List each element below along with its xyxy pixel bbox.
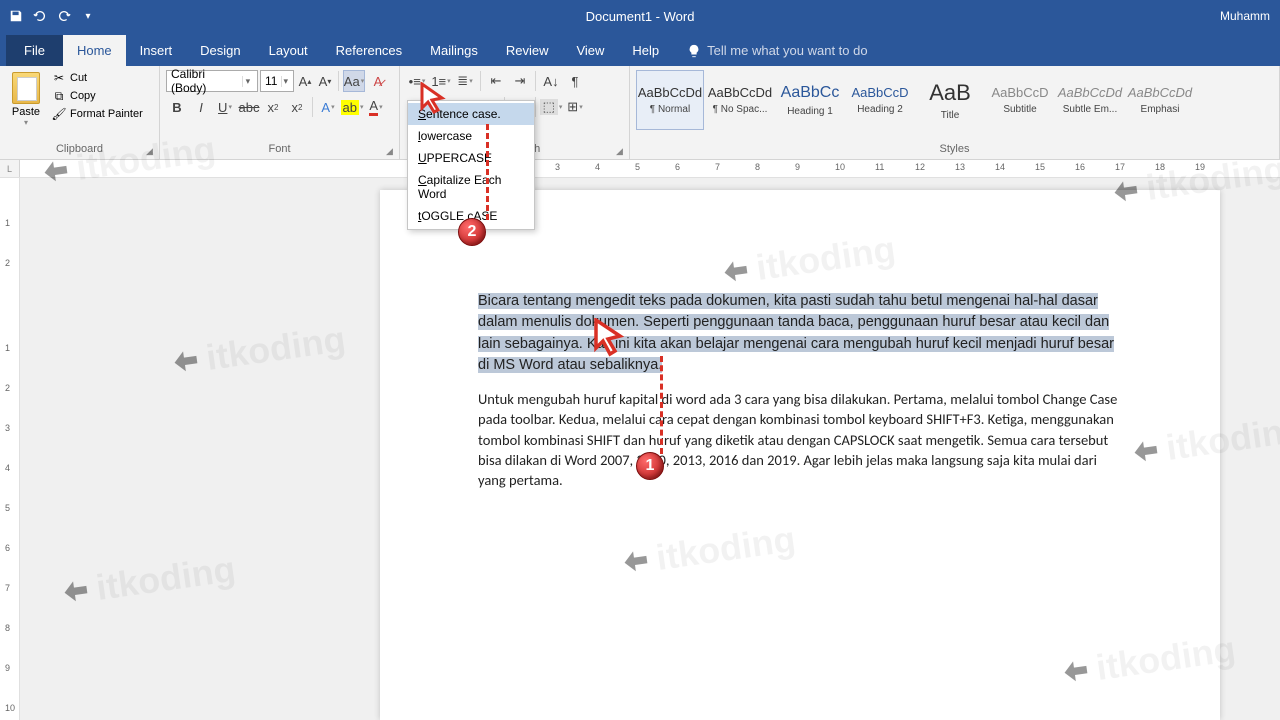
font-color-button[interactable]: A▾ xyxy=(365,96,387,118)
style-heading2[interactable]: AaBbCcDHeading 2 xyxy=(846,70,914,130)
cut-icon: ✂ xyxy=(52,71,66,85)
change-case-button[interactable]: Aa▾ xyxy=(343,70,365,92)
font-group-label: Font xyxy=(166,143,393,157)
save-icon[interactable] xyxy=(8,8,24,24)
clear-formatting-button[interactable]: A̷ xyxy=(367,70,389,92)
ribbon-tabs: File Home Insert Design Layout Reference… xyxy=(0,32,1280,66)
paste-label: Paste xyxy=(12,106,40,118)
change-case-menu: Sentence case. lowercase UPPERCASE Capit… xyxy=(407,100,535,230)
clipboard-group-label: Clipboard xyxy=(6,143,153,157)
paragraph-dialog-launcher[interactable]: ◢ xyxy=(616,146,626,156)
paragraph-1[interactable]: Bicara tentang mengedit teks pada dokume… xyxy=(478,290,1122,375)
highlight-button[interactable]: ab▾ xyxy=(341,96,363,118)
tab-selector[interactable]: L xyxy=(0,160,20,177)
style-subtle-emphasis[interactable]: AaBbCcDdSubtle Em... xyxy=(1056,70,1124,130)
group-clipboard: Paste ▾ ✂Cut ⧉Copy 🖌Format Painter Clipb… xyxy=(0,66,160,159)
strikethrough-button[interactable]: abc xyxy=(238,96,260,118)
font-size-combo[interactable]: 11▾ xyxy=(260,70,294,92)
tell-me-search[interactable]: Tell me what you want to do xyxy=(673,35,881,66)
redo-icon[interactable] xyxy=(56,8,72,24)
document-title: Document1 - Word xyxy=(586,9,695,24)
borders-button[interactable]: ⊞▾ xyxy=(564,96,586,118)
tab-file[interactable]: File xyxy=(6,35,63,66)
font-name-combo[interactable]: Calibri (Body)▾ xyxy=(166,70,258,92)
subscript-button[interactable]: x2 xyxy=(262,96,284,118)
numbering-button[interactable]: 1≡▾ xyxy=(430,70,452,92)
italic-button[interactable]: I xyxy=(190,96,212,118)
group-styles: AaBbCcDd¶ Normal AaBbCcDd¶ No Spac... Aa… xyxy=(630,66,1280,159)
format-painter-button[interactable]: 🖌Format Painter xyxy=(50,106,145,122)
group-font: Calibri (Body)▾ 11▾ A▴ A▾ Aa▾ A̷ B I U▾ … xyxy=(160,66,400,159)
tell-me-label: Tell me what you want to do xyxy=(707,43,867,58)
brush-icon: 🖌 xyxy=(52,107,66,121)
superscript-button[interactable]: x2 xyxy=(286,96,308,118)
case-sentence[interactable]: Sentence case. xyxy=(408,103,534,125)
style-title[interactable]: AaBTitle xyxy=(916,70,984,130)
style-normal[interactable]: AaBbCcDd¶ Normal xyxy=(636,70,704,130)
copy-button[interactable]: ⧉Copy xyxy=(50,88,145,104)
bulb-icon xyxy=(687,44,701,58)
tab-view[interactable]: View xyxy=(562,35,618,66)
paste-button[interactable]: Paste ▾ xyxy=(6,70,46,127)
font-dialog-launcher[interactable]: ◢ xyxy=(386,146,396,156)
sort-button[interactable]: A↓ xyxy=(540,70,562,92)
case-uppercase[interactable]: UPPERCASE xyxy=(408,147,534,169)
tab-design[interactable]: Design xyxy=(186,35,254,66)
decrease-indent-button[interactable]: ⇤ xyxy=(485,70,507,92)
paste-icon xyxy=(12,72,40,104)
case-toggle[interactable]: tOGGLE cASE xyxy=(408,205,534,227)
paragraph-2[interactable]: Untuk mengubah huruf kapital di word ada… xyxy=(478,389,1122,490)
bold-button[interactable]: B xyxy=(166,96,188,118)
tab-mailings[interactable]: Mailings xyxy=(416,35,492,66)
ruler: L 12345678910111213141516171819 xyxy=(0,160,1280,178)
style-emphasis[interactable]: AaBbCcDdEmphasi xyxy=(1126,70,1194,130)
styles-gallery[interactable]: AaBbCcDd¶ Normal AaBbCcDd¶ No Spac... Aa… xyxy=(636,70,1273,130)
vertical-ruler[interactable]: 1212345678910 xyxy=(0,178,20,720)
tab-review[interactable]: Review xyxy=(492,35,563,66)
shading-button[interactable]: ⬚▾ xyxy=(540,96,562,118)
ribbon: Paste ▾ ✂Cut ⧉Copy 🖌Format Painter Clipb… xyxy=(0,66,1280,160)
multilevel-button[interactable]: ≣▾ xyxy=(454,70,476,92)
underline-button[interactable]: U▾ xyxy=(214,96,236,118)
cut-button[interactable]: ✂Cut xyxy=(50,70,145,86)
title-bar: ▾ Document1 - Word Muhamm xyxy=(0,0,1280,32)
grow-font-button[interactable]: A▴ xyxy=(296,70,314,92)
clipboard-dialog-launcher[interactable]: ◢ xyxy=(146,146,156,156)
style-no-spacing[interactable]: AaBbCcDd¶ No Spac... xyxy=(706,70,774,130)
text-effects-button[interactable]: A▾ xyxy=(317,96,339,118)
show-marks-button[interactable]: ¶ xyxy=(564,70,586,92)
shrink-font-button[interactable]: A▾ xyxy=(316,70,334,92)
tab-help[interactable]: Help xyxy=(618,35,673,66)
qat-customize-icon[interactable]: ▾ xyxy=(80,8,96,24)
case-lowercase[interactable]: lowercase xyxy=(408,125,534,147)
tab-insert[interactable]: Insert xyxy=(126,35,187,66)
document-page[interactable]: Bicara tentang mengedit teks pada dokume… xyxy=(380,190,1220,720)
tab-home[interactable]: Home xyxy=(63,35,126,66)
tab-references[interactable]: References xyxy=(322,35,416,66)
user-name: Muhamm xyxy=(1220,9,1270,23)
tab-layout[interactable]: Layout xyxy=(255,35,322,66)
increase-indent-button[interactable]: ⇥ xyxy=(509,70,531,92)
copy-icon: ⧉ xyxy=(52,89,66,103)
quick-access-toolbar: ▾ xyxy=(0,8,96,24)
bullets-button[interactable]: •≡▾ xyxy=(406,70,428,92)
case-capitalize[interactable]: Capitalize Each Word xyxy=(408,169,534,205)
workspace: 1212345678910 Bicara tentang mengedit te… xyxy=(0,178,1280,720)
undo-icon[interactable] xyxy=(32,8,48,24)
styles-group-label: Styles xyxy=(636,143,1273,157)
style-heading1[interactable]: AaBbCcHeading 1 xyxy=(776,70,844,130)
style-subtitle[interactable]: AaBbCcDSubtitle xyxy=(986,70,1054,130)
